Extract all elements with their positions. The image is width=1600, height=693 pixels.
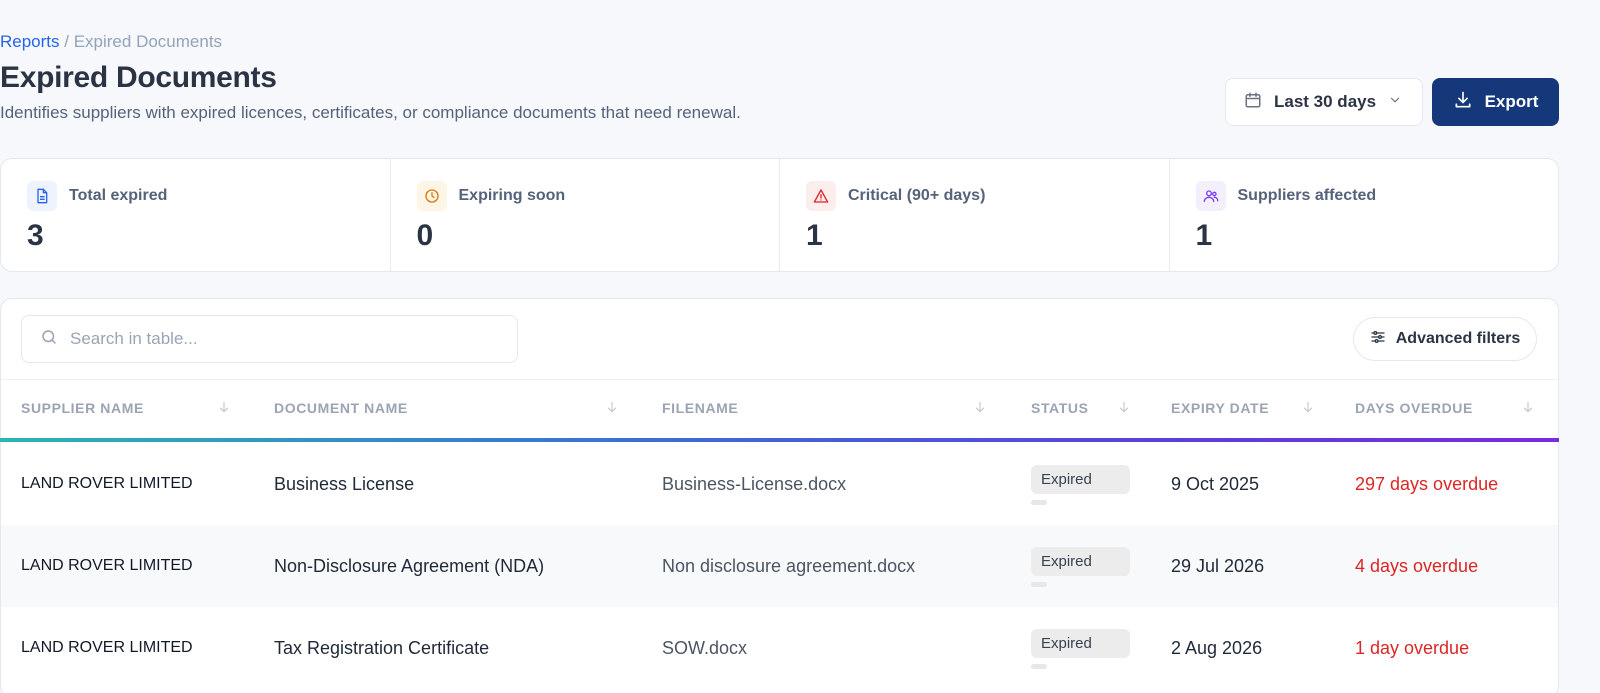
status-indicator — [1031, 500, 1047, 505]
sliders-icon — [1370, 329, 1386, 350]
sort-arrow-icon — [605, 400, 619, 417]
advanced-filters-button[interactable]: Advanced filters — [1353, 317, 1537, 361]
stat-expiring-soon: Expiring soon 0 — [391, 159, 780, 271]
cell-document: Tax Registration Certificate — [274, 637, 490, 658]
breadcrumb-separator: / — [59, 32, 74, 51]
stat-critical: Critical (90+ days) 1 — [780, 159, 1170, 271]
status-indicator — [1031, 582, 1047, 587]
stat-label: Total expired — [69, 187, 168, 204]
cell-expiry: 29 Jul 2026 — [1171, 555, 1265, 576]
cell-document: Non-Disclosure Agreement (NDA) — [274, 555, 545, 576]
stat-label: Critical (90+ days) — [848, 187, 986, 204]
chevron-down-icon — [1388, 92, 1402, 112]
cell-filename[interactable]: Non disclosure agreement.docx — [662, 525, 915, 607]
sort-arrow-icon — [217, 400, 231, 417]
sort-arrow-icon — [1117, 400, 1131, 417]
page-subtitle: Identifies suppliers with expired licenc… — [0, 103, 741, 122]
stat-label: Suppliers affected — [1237, 187, 1377, 204]
table-row[interactable]: LAND ROVER LIMITED Business License Busi… — [1, 443, 1558, 525]
cell-overdue: 4 days overdue — [1355, 555, 1479, 576]
cell-status: Expired — [1031, 629, 1130, 669]
cell-status: Expired — [1031, 465, 1130, 505]
status-badge: Expired — [1031, 547, 1130, 576]
calendar-icon — [1244, 91, 1262, 114]
column-header-document[interactable]: DOCUMENT NAME — [274, 380, 619, 436]
cell-overdue: 297 days overdue — [1355, 473, 1499, 494]
cell-filename[interactable]: SOW.docx — [662, 607, 747, 689]
alert-triangle-icon — [806, 181, 836, 211]
sort-arrow-icon — [1301, 400, 1315, 417]
stat-value: 1 — [806, 219, 823, 252]
stats-summary: Total expired 3 Expiring soon 0 Critical… — [0, 158, 1559, 272]
column-header-days-overdue[interactable]: DAYS OVERDUE — [1355, 380, 1535, 436]
clock-icon — [416, 181, 447, 211]
users-icon — [1195, 181, 1226, 211]
column-header-expiry[interactable]: EXPIRY DATE — [1171, 380, 1315, 436]
download-icon — [1453, 90, 1473, 115]
sort-arrow-icon — [973, 400, 987, 417]
status-badge: Expired — [1031, 465, 1130, 494]
table-search[interactable] — [21, 315, 518, 363]
table-row[interactable]: LAND ROVER LIMITED Tax Registration Cert… — [1, 607, 1558, 689]
table-row[interactable]: LAND ROVER LIMITED Non-Disclosure Agreem… — [1, 525, 1558, 607]
column-header-supplier[interactable]: SUPPLIER NAME — [21, 380, 231, 436]
status-badge: Expired — [1031, 629, 1130, 658]
breadcrumb-reports-link[interactable]: Reports — [0, 32, 60, 51]
column-label: DOCUMENT NAME — [274, 400, 408, 416]
column-label: EXPIRY DATE — [1171, 400, 1270, 416]
search-icon — [40, 328, 58, 351]
breadcrumb: Reports / Expired Documents — [0, 32, 222, 52]
cell-status: Expired — [1031, 547, 1130, 587]
column-header-filename[interactable]: FILENAME — [662, 380, 987, 436]
cell-expiry: 9 Oct 2025 — [1171, 473, 1260, 494]
stat-value: 3 — [27, 219, 44, 252]
status-indicator — [1031, 664, 1047, 669]
column-header-status[interactable]: STATUS — [1031, 380, 1131, 436]
date-range-label: Last 30 days — [1274, 92, 1377, 111]
cell-document: Business License — [274, 473, 415, 494]
advanced-filters-label: Advanced filters — [1395, 330, 1521, 347]
cell-supplier: LAND ROVER LIMITED — [21, 639, 193, 656]
cell-filename[interactable]: Business-License.docx — [662, 443, 846, 525]
stat-value: 1 — [1195, 219, 1213, 252]
export-label: Export — [1484, 92, 1539, 111]
stat-total-expired: Total expired 3 — [1, 159, 391, 271]
cell-overdue: 1 day overdue — [1355, 637, 1470, 658]
column-label: FILENAME — [662, 400, 739, 416]
cell-supplier: LAND ROVER LIMITED — [21, 475, 193, 492]
export-button[interactable]: Export — [1432, 78, 1559, 126]
search-input[interactable] — [70, 329, 490, 349]
cell-expiry: 2 Aug 2026 — [1171, 637, 1263, 658]
page-title: Expired Documents — [0, 61, 277, 94]
column-label: DAYS OVERDUE — [1355, 400, 1473, 416]
header-accent-bar — [0, 438, 1559, 442]
date-range-select[interactable]: Last 30 days — [1225, 78, 1423, 126]
cell-supplier: LAND ROVER LIMITED — [21, 557, 193, 574]
sort-arrow-icon — [1521, 400, 1535, 417]
column-label: SUPPLIER NAME — [21, 400, 144, 416]
stat-value: 0 — [416, 219, 434, 252]
table-header: SUPPLIER NAME DOCUMENT NAME FILENAME STA… — [1, 379, 1558, 437]
documents-table-card: Advanced filters SUPPLIER NAME DOCUMENT … — [0, 298, 1559, 693]
stat-label: Expiring soon — [458, 187, 566, 204]
column-label: STATUS — [1031, 400, 1089, 416]
document-icon — [27, 181, 57, 211]
breadcrumb-current: Expired Documents — [73, 32, 223, 51]
stat-suppliers-affected: Suppliers affected 1 — [1170, 159, 1559, 271]
